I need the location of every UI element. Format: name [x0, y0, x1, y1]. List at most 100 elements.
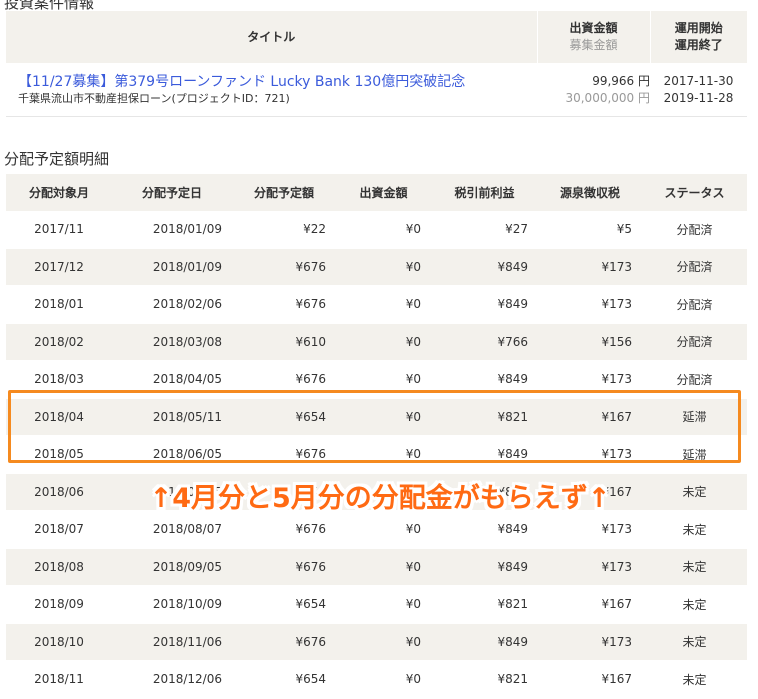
status-paid-badge: 分配済: [642, 248, 747, 286]
payment-date-cell: 2018/02/06: [112, 285, 232, 324]
invested-amount: 99,966 円: [592, 73, 650, 88]
status-delayed-badge: 延滞: [642, 398, 747, 436]
withholding-tax-cell: ¥173: [538, 623, 642, 661]
target-month-cell: 2018/02: [6, 323, 112, 361]
payment-date-cell: 2018/11/06: [112, 623, 232, 661]
payment-date-cell: 2018/08/07: [112, 510, 232, 549]
schedule-row: 2018/04 2018/05/11 ¥654 ¥0 ¥821 ¥167 延滞: [6, 398, 747, 436]
pretax-profit-cell: ¥821: [431, 585, 538, 624]
target-month-cell: 2018/03: [6, 360, 112, 399]
investment-cell: ¥0: [336, 548, 431, 586]
scheduled-amount-cell: ¥676: [232, 285, 336, 324]
withholding-tax-cell: ¥173: [538, 248, 642, 286]
distribution-schedule-table: 分配対象月 分配予定日 分配予定額 出資金額 税引前利益 源泉徴収税 ステータス…: [6, 174, 747, 699]
payment-date-cell: 2018/01/09: [112, 248, 232, 286]
col-header-payment-date: 分配予定日: [112, 174, 232, 211]
pretax-profit-cell: ¥821: [431, 660, 538, 699]
status-pending-badge: 未定: [642, 623, 747, 661]
status-delayed-badge: 延滞: [642, 435, 747, 474]
payment-date-cell: 2018/05/11: [112, 398, 232, 436]
amount-header: 出資金額 募集金額: [537, 11, 651, 63]
fund-subtitle: 千葉県流山市不動産担保ローン(プロジェクトID：721): [18, 91, 290, 105]
end-date: 2019-11-28: [663, 90, 734, 105]
scheduled-amount-cell: ¥676: [232, 360, 336, 399]
pretax-profit-cell: ¥849: [431, 510, 538, 549]
start-date-header-label: 運用開始: [674, 21, 723, 35]
schedule-section-title: 分配予定額明細: [4, 150, 110, 168]
scheduled-amount-cell: ¥676: [232, 510, 336, 549]
amount-header-label: 出資金額: [569, 21, 618, 35]
target-month-cell: 2018/08: [6, 548, 112, 586]
target-month-cell: 2017/11: [6, 211, 112, 249]
target-month-cell: 2018/01: [6, 285, 112, 324]
status-pending-badge: 未定: [642, 510, 747, 549]
pretax-profit-cell: ¥821: [431, 398, 538, 436]
payment-date-cell: 2018/09/05: [112, 548, 232, 586]
scheduled-amount-cell: ¥654: [232, 585, 336, 624]
scheduled-amount-cell: ¥654: [232, 398, 336, 436]
target-amount-header-label: 募集金額: [569, 38, 618, 52]
withholding-tax-cell: ¥173: [538, 435, 642, 474]
status-paid-badge: 分配済: [642, 285, 747, 324]
col-header-scheduled-amount: 分配予定額: [232, 174, 336, 211]
schedule-row: 2018/11 2018/12/06 ¥654 ¥0 ¥821 ¥167 未定: [6, 660, 747, 699]
status-paid-badge: 分配済: [642, 360, 747, 399]
investment-cell: ¥0: [336, 660, 431, 699]
investment-cell: ¥0: [336, 398, 431, 436]
withholding-tax-cell: ¥173: [538, 548, 642, 586]
schedule-row: 2018/05 2018/06/05 ¥676 ¥0 ¥849 ¥173 延滞: [6, 435, 747, 474]
target-month-cell: 2018/10: [6, 623, 112, 661]
scheduled-amount-cell: ¥676: [232, 623, 336, 661]
schedule-row: 2018/09 2018/10/09 ¥654 ¥0 ¥821 ¥167 未定: [6, 585, 747, 624]
status-paid-badge: 分配済: [642, 323, 747, 361]
fund-title-cell: 【11/27募集】第379号ローンファンド Lucky Bank 130億円突破…: [6, 63, 537, 117]
withholding-tax-cell: ¥167: [538, 660, 642, 699]
fund-title-link[interactable]: 【11/27募集】第379号ローンファンド Lucky Bank 130億円突破…: [6, 73, 537, 91]
scheduled-amount-cell: ¥676: [232, 435, 336, 474]
annotation-caption: ↑4月分と5月分の分配金がもらえず↑: [149, 483, 611, 514]
payment-date-cell: 2018/12/06: [112, 660, 232, 699]
target-month-cell: 2018/09: [6, 585, 112, 624]
withholding-tax-cell: ¥167: [538, 585, 642, 624]
scheduled-amount-cell: ¥610: [232, 323, 336, 361]
start-date: 2017-11-30: [663, 73, 734, 88]
status-paid-badge: 分配済: [642, 211, 747, 249]
target-amount: 30,000,000 円: [565, 90, 650, 105]
withholding-tax-cell: ¥5: [538, 211, 642, 249]
schedule-row: 2018/01 2018/02/06 ¥676 ¥0 ¥849 ¥173 分配済: [6, 285, 747, 324]
payment-date-cell: 2018/06/05: [112, 435, 232, 474]
pretax-profit-cell: ¥849: [431, 285, 538, 324]
schedule-row: 2018/07 2018/08/07 ¥676 ¥0 ¥849 ¥173 未定: [6, 510, 747, 549]
status-pending-badge: 未定: [642, 660, 747, 699]
schedule-row: 2017/11 2018/01/09 ¥22 ¥0 ¥27 ¥5 分配済: [6, 211, 747, 249]
col-header-target-month: 分配対象月: [6, 174, 112, 211]
col-header-investment: 出資金額: [336, 174, 431, 211]
col-header-withholding-tax: 源泉徴収税: [538, 174, 642, 211]
pretax-profit-cell: ¥849: [431, 360, 538, 399]
withholding-tax-cell: ¥173: [538, 285, 642, 324]
withholding-tax-cell: ¥173: [538, 510, 642, 549]
pretax-profit-cell: ¥849: [431, 435, 538, 474]
investment-cell: ¥0: [336, 285, 431, 324]
col-header-status: ステータス: [642, 174, 747, 211]
payment-date-cell: 2018/04/05: [112, 360, 232, 399]
pretax-profit-cell: ¥27: [431, 211, 538, 249]
pretax-profit-cell: ¥849: [431, 623, 538, 661]
fund-table-header-row: タイトル 出資金額 募集金額 運用開始 運用終了: [6, 11, 747, 63]
schedule-row: 2018/10 2018/11/06 ¥676 ¥0 ¥849 ¥173 未定: [6, 623, 747, 661]
investment-cell: ¥0: [336, 510, 431, 549]
investment-cell: ¥0: [336, 211, 431, 249]
status-pending-badge: 未定: [642, 548, 747, 586]
target-month-cell: 2018/05: [6, 435, 112, 474]
pretax-profit-cell: ¥849: [431, 248, 538, 286]
investment-cell: ¥0: [336, 435, 431, 474]
withholding-tax-cell: ¥167: [538, 398, 642, 436]
target-month-cell: 2018/11: [6, 660, 112, 699]
schedule-row: 2018/03 2018/04/05 ¥676 ¥0 ¥849 ¥173 分配済: [6, 360, 747, 399]
scheduled-amount-cell: ¥676: [232, 248, 336, 286]
scheduled-amount-cell: ¥654: [232, 660, 336, 699]
investment-cell: ¥0: [336, 623, 431, 661]
target-month-cell: 2018/07: [6, 510, 112, 549]
pretax-profit-cell: ¥766: [431, 323, 538, 361]
schedule-header-row: 分配対象月 分配予定日 分配予定額 出資金額 税引前利益 源泉徴収税 ステータス: [6, 174, 747, 211]
